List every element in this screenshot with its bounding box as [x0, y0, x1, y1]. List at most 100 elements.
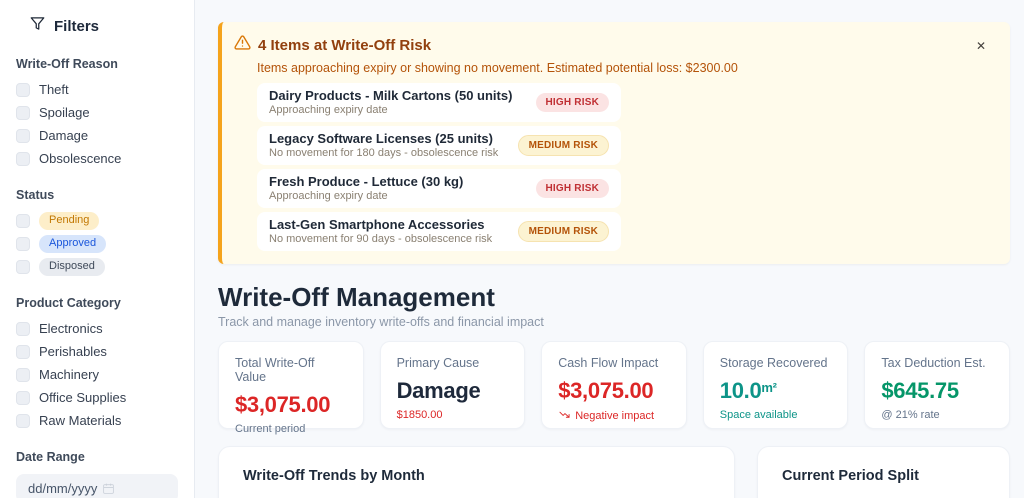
stat-label: Total Write-Off Value [235, 356, 347, 384]
stat-card: Storage Recovered 10.0m² Space available [703, 341, 849, 429]
checkbox[interactable] [16, 391, 30, 405]
category-option-label: Electronics [39, 321, 103, 336]
risk-item-text: Last-Gen Smartphone Accessories No movem… [269, 217, 492, 246]
charts-row: Write-Off Trends by Month Current Period… [218, 446, 1010, 498]
stat-card: Total Write-Off Value $3,075.00 Current … [218, 341, 364, 429]
date-range-label: Date Range [16, 450, 178, 464]
stat-subtext: Negative impact [558, 409, 670, 423]
status-section-label: Status [16, 188, 178, 202]
risk-item-detail: No movement for 180 days - obsolescence … [269, 147, 498, 160]
stat-sub-text: $1850.00 [397, 409, 443, 421]
stat-subtext: Space available [720, 409, 832, 421]
category-option-label: Raw Materials [39, 413, 121, 428]
stat-card: Tax Deduction Est. $645.75 @ 21% rate [864, 341, 1010, 429]
checkbox[interactable] [16, 414, 30, 428]
risk-item-name: Fresh Produce - Lettuce (30 kg) [269, 174, 463, 189]
status-checkbox-row[interactable]: Approved [16, 235, 178, 252]
main-content: ✕ 4 Items at Write-Off Risk Items approa… [195, 0, 1024, 498]
checkbox[interactable] [16, 152, 30, 166]
trending-down-icon [558, 409, 571, 423]
stat-subtext: Current period [235, 423, 347, 435]
category-checkbox-row[interactable]: Electronics [16, 320, 178, 337]
stat-sub-text: Space available [720, 409, 798, 421]
stat-value: $645.75 [881, 376, 993, 403]
stat-label: Storage Recovered [720, 356, 832, 370]
alert-title: 4 Items at Write-Off Risk [258, 37, 431, 54]
risk-item-row[interactable]: Dairy Products - Milk Cartons (50 units)… [257, 83, 621, 122]
warning-triangle-icon [234, 34, 251, 56]
checkbox[interactable] [16, 322, 30, 336]
reason-options-list: Theft Spoilage Damage Obsolescence [16, 81, 178, 167]
risk-item-name: Legacy Software Licenses (25 units) [269, 131, 498, 146]
filter-checkbox-row[interactable]: Spoilage [16, 104, 178, 121]
category-checkbox-row[interactable]: Raw Materials [16, 412, 178, 429]
risk-item-name: Dairy Products - Milk Cartons (50 units) [269, 88, 512, 103]
status-checkbox-row[interactable]: Disposed [16, 258, 178, 275]
stat-sub-text: Negative impact [575, 410, 654, 422]
category-section-label: Product Category [16, 296, 178, 310]
risk-item-row[interactable]: Fresh Produce - Lettuce (30 kg) Approach… [257, 169, 621, 208]
stat-subtext: @ 21% rate [881, 409, 993, 421]
category-checkbox-row[interactable]: Office Supplies [16, 389, 178, 406]
stat-value-text: $3,075.00 [235, 392, 330, 417]
checkbox[interactable] [16, 368, 30, 382]
period-split-title: Current Period Split [782, 468, 985, 484]
stat-sub-text: Current period [235, 423, 305, 435]
page-subtitle: Track and manage inventory write-offs an… [218, 315, 1005, 329]
close-icon[interactable]: ✕ [974, 38, 988, 54]
checkbox[interactable] [16, 214, 30, 228]
risk-item-row[interactable]: Legacy Software Licenses (25 units) No m… [257, 126, 621, 165]
filter-checkbox-row[interactable]: Theft [16, 81, 178, 98]
stat-card: Primary Cause Damage $1850.00 [380, 341, 526, 429]
category-checkbox-row[interactable]: Machinery [16, 366, 178, 383]
filter-option-label: Theft [39, 82, 69, 97]
checkbox[interactable] [16, 83, 30, 97]
status-checkbox-row[interactable]: Pending [16, 212, 178, 229]
alert-header: 4 Items at Write-Off Risk [234, 34, 990, 56]
stats-row: Total Write-Off Value $3,075.00 Current … [218, 341, 1010, 429]
risk-items-list: Dairy Products - Milk Cartons (50 units)… [257, 83, 621, 251]
risk-level-badge: HIGH RISK [536, 179, 609, 198]
date-from-wrap [16, 474, 178, 498]
risk-level-badge: MEDIUM RISK [518, 221, 609, 242]
risk-item-detail: Approaching expiry date [269, 190, 463, 203]
stat-value: Damage [397, 376, 509, 403]
alert-subtitle: Items approaching expiry or showing no m… [257, 61, 990, 75]
stat-value: $3,075.00 [235, 390, 347, 417]
stat-value-text: $645.75 [881, 378, 958, 403]
risk-level-badge: MEDIUM RISK [518, 135, 609, 156]
filter-checkbox-row[interactable]: Obsolescence [16, 150, 178, 167]
filter-option-label: Obsolescence [39, 151, 121, 166]
stat-value-unit: m² [761, 380, 776, 395]
stat-value-text: $3,075.00 [558, 378, 653, 403]
period-split-panel: Current Period Split [757, 446, 1010, 498]
stat-value-text: Damage [397, 378, 481, 403]
checkbox[interactable] [16, 345, 30, 359]
checkbox[interactable] [16, 260, 30, 274]
risk-item-row[interactable]: Last-Gen Smartphone Accessories No movem… [257, 212, 621, 251]
trends-chart-title: Write-Off Trends by Month [243, 468, 710, 484]
stat-sub-text: @ 21% rate [881, 409, 939, 421]
filters-sidebar: Filters Write-Off Reason Theft Spoilage … [0, 0, 195, 498]
filters-header: Filters [30, 16, 178, 36]
risk-item-text: Dairy Products - Milk Cartons (50 units)… [269, 88, 512, 117]
stat-card: Cash Flow Impact $3,075.00 Negative impa… [541, 341, 687, 429]
date-from-input[interactable] [16, 474, 178, 498]
checkbox[interactable] [16, 129, 30, 143]
status-badge: Disposed [39, 258, 105, 276]
checkbox[interactable] [16, 237, 30, 251]
checkbox[interactable] [16, 106, 30, 120]
calendar-icon [102, 482, 115, 495]
category-option-label: Perishables [39, 344, 107, 359]
risk-item-text: Fresh Produce - Lettuce (30 kg) Approach… [269, 174, 463, 203]
trends-chart-panel: Write-Off Trends by Month [218, 446, 735, 498]
filters-title: Filters [54, 18, 99, 35]
reason-section-label: Write-Off Reason [16, 57, 178, 71]
filter-funnel-icon [30, 16, 45, 36]
filter-option-label: Spoilage [39, 105, 90, 120]
filter-checkbox-row[interactable]: Damage [16, 127, 178, 144]
category-checkbox-row[interactable]: Perishables [16, 343, 178, 360]
risk-item-detail: No movement for 90 days - obsolescence r… [269, 233, 492, 246]
risk-item-detail: Approaching expiry date [269, 104, 512, 117]
stat-value-text: 10.0 [720, 378, 762, 403]
